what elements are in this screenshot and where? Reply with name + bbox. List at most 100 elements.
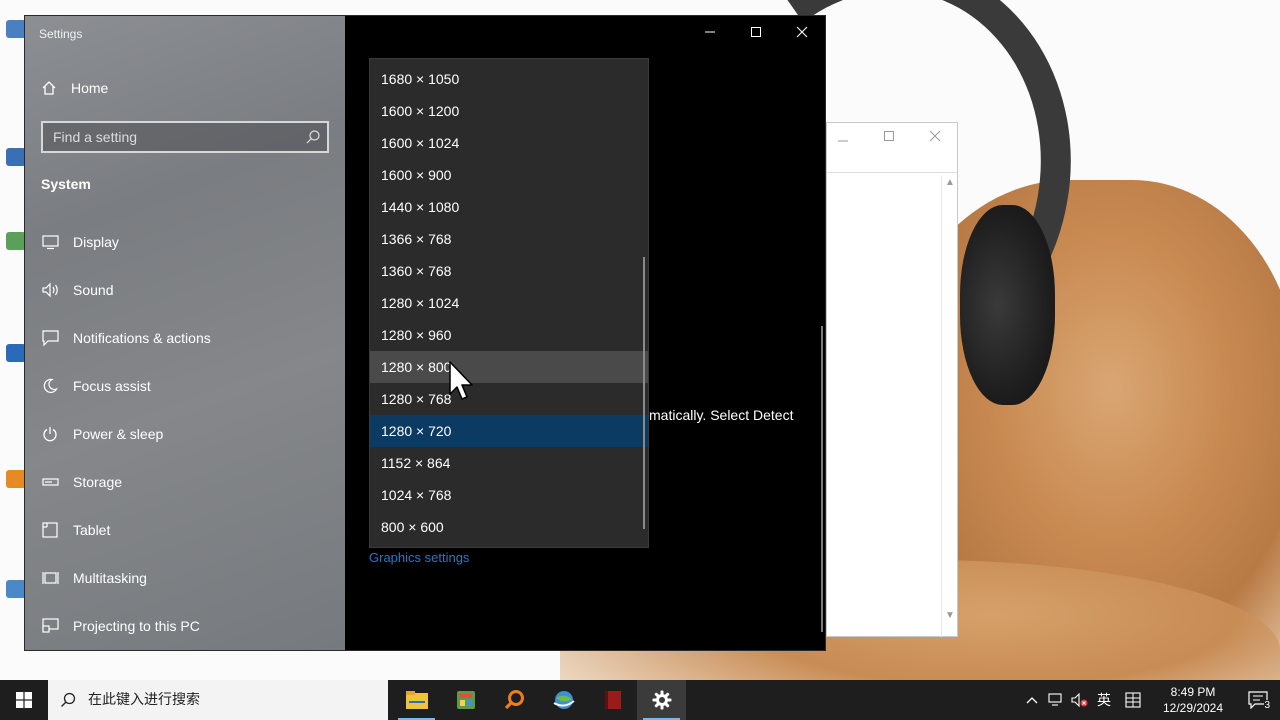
chevron-up-icon xyxy=(1026,697,1038,704)
desktop-shortcut-icon[interactable] xyxy=(6,20,26,38)
sidebar-item-storage[interactable]: Storage xyxy=(25,458,345,506)
close-button[interactable] xyxy=(779,16,825,48)
resolution-option[interactable]: 1280 × 1024 xyxy=(370,287,648,319)
dropdown-scrollbar[interactable] xyxy=(643,257,645,529)
resolution-option[interactable]: 1024 × 768 xyxy=(370,479,648,511)
volume-muted-button[interactable] xyxy=(1068,680,1092,720)
content-scrollbar[interactable] xyxy=(821,326,823,632)
resolution-option[interactable]: 1600 × 1024 xyxy=(370,127,648,159)
moon-icon xyxy=(43,378,58,393)
find-setting-input[interactable] xyxy=(43,123,293,151)
find-setting-search[interactable] xyxy=(41,121,329,153)
project-icon xyxy=(41,618,59,633)
file-explorer-icon xyxy=(405,691,428,709)
windows-logo-icon xyxy=(16,692,32,708)
input-method-button[interactable]: 英 xyxy=(1092,680,1116,720)
resolution-option[interactable]: 1680 × 1050 xyxy=(370,63,648,95)
sidebar-item-sound[interactable]: Sound xyxy=(25,266,345,314)
graphics-settings-link[interactable]: Graphics settings xyxy=(369,550,469,565)
desktop-shortcut-icon[interactable] xyxy=(6,148,26,166)
resolution-option[interactable]: 1152 × 864 xyxy=(370,447,648,479)
taskbar-app-search-tool[interactable] xyxy=(490,680,539,720)
home-nav-item[interactable]: Home xyxy=(41,80,108,96)
close-icon xyxy=(796,26,808,38)
show-hidden-icons-button[interactable] xyxy=(1020,680,1044,720)
storage-icon xyxy=(41,478,59,486)
desktop-shortcut-icon[interactable] xyxy=(6,232,26,250)
book-app-icon xyxy=(604,691,621,709)
taskbar-app-browser[interactable] xyxy=(539,680,588,720)
close-icon[interactable] xyxy=(929,130,941,142)
tablet-icon xyxy=(42,522,58,538)
taskbar-search[interactable] xyxy=(48,680,388,720)
sidebar-item-label: Sound xyxy=(73,282,114,298)
window-title: Settings xyxy=(39,27,83,41)
calculator-app-icon xyxy=(456,691,475,709)
network-status-button[interactable] xyxy=(1044,680,1068,720)
minimize-button[interactable] xyxy=(687,16,733,48)
search-icon[interactable] xyxy=(305,129,321,145)
scroll-down-icon[interactable]: ▼ xyxy=(945,610,955,621)
taskbar-app-file-explorer[interactable] xyxy=(392,680,441,720)
taskbar-app-settings[interactable] xyxy=(637,680,686,720)
taskbar-search-input[interactable] xyxy=(88,692,368,708)
power-icon xyxy=(43,427,57,442)
maximize-icon xyxy=(751,27,761,37)
scroll-up-icon[interactable]: ▲ xyxy=(945,177,955,188)
maximize-icon[interactable] xyxy=(883,130,895,142)
resolution-option[interactable]: 1280 × 960 xyxy=(370,319,648,351)
clock[interactable]: 8:49 PM 12/29/2024 xyxy=(1150,684,1236,716)
message-icon xyxy=(41,330,59,346)
sidebar-item-label: Multitasking xyxy=(73,570,147,586)
desktop-shortcut-icon[interactable] xyxy=(6,470,26,488)
sidebar-item-notifications[interactable]: Notifications & actions xyxy=(25,314,345,362)
resolution-option[interactable]: 1600 × 1200 xyxy=(370,95,648,127)
section-title: System xyxy=(41,176,91,192)
taskbar-app-calculator[interactable] xyxy=(441,680,490,720)
sidebar-item-label: Projecting to this PC xyxy=(73,618,200,634)
sidebar-item-power-sleep[interactable]: Power & sleep xyxy=(25,410,345,458)
sidebar-item-label: Focus assist xyxy=(73,378,151,394)
desktop-shortcut-icon[interactable] xyxy=(6,580,26,598)
volume-muted-icon xyxy=(1071,693,1088,707)
home-icon xyxy=(42,81,56,95)
resolution-option[interactable]: 1360 × 768 xyxy=(370,255,648,287)
system-nav-list: Display Sound Notifications & actions Fo… xyxy=(25,218,345,650)
network-icon xyxy=(1048,693,1062,706)
background-window[interactable]: ▲ ▼ xyxy=(826,122,958,637)
resolution-option[interactable]: 1600 × 900 xyxy=(370,159,648,191)
speaker-icon xyxy=(42,282,58,298)
background-window-titlebar xyxy=(827,123,957,173)
sidebar-item-display[interactable]: Display xyxy=(25,218,345,266)
resolution-option[interactable]: 800 × 600 xyxy=(370,511,648,543)
clock-time: 8:49 PM xyxy=(1170,685,1216,699)
resolution-dropdown[interactable]: 1680 × 1050 1600 × 1200 1600 × 1024 1600… xyxy=(369,58,649,548)
minimize-icon[interactable] xyxy=(837,135,849,147)
resolution-option[interactable]: 1440 × 1080 xyxy=(370,191,648,223)
home-label: Home xyxy=(71,80,109,96)
search-icon xyxy=(61,692,76,707)
resolution-option-selected[interactable]: 1280 × 720 xyxy=(370,415,648,447)
system-tray: 英 8:49 PM 12/29/2024 3 xyxy=(1020,680,1280,720)
taskbar-app-book[interactable] xyxy=(588,680,637,720)
taskbar: 英 8:49 PM 12/29/2024 3 xyxy=(0,680,1280,720)
background-window-scrollbar[interactable]: ▲ ▼ xyxy=(941,175,957,637)
minimize-icon xyxy=(705,31,715,33)
sidebar-item-projecting[interactable]: Projecting to this PC xyxy=(25,602,345,650)
resolution-option-hovered[interactable]: 1280 × 800 xyxy=(370,351,648,383)
desktop-shortcut-icon[interactable] xyxy=(6,344,26,362)
ime-grid-icon xyxy=(1125,692,1141,708)
start-button[interactable] xyxy=(0,680,48,720)
monitor-icon xyxy=(41,234,59,249)
maximize-button[interactable] xyxy=(733,16,779,48)
resolution-option[interactable]: 1280 × 768 xyxy=(370,383,648,415)
sidebar-item-multitasking[interactable]: Multitasking xyxy=(25,554,345,602)
input-mode-button[interactable] xyxy=(1116,680,1150,720)
sidebar-item-tablet[interactable]: Tablet xyxy=(25,506,345,554)
sidebar-item-focus-assist[interactable]: Focus assist xyxy=(25,362,345,410)
action-center-button[interactable]: 3 xyxy=(1236,680,1280,720)
wallpaper-headphone-cup xyxy=(960,205,1055,405)
sidebar-item-label: Power & sleep xyxy=(73,426,164,442)
resolution-option[interactable]: 1366 × 768 xyxy=(370,223,648,255)
multitask-icon xyxy=(41,572,59,584)
